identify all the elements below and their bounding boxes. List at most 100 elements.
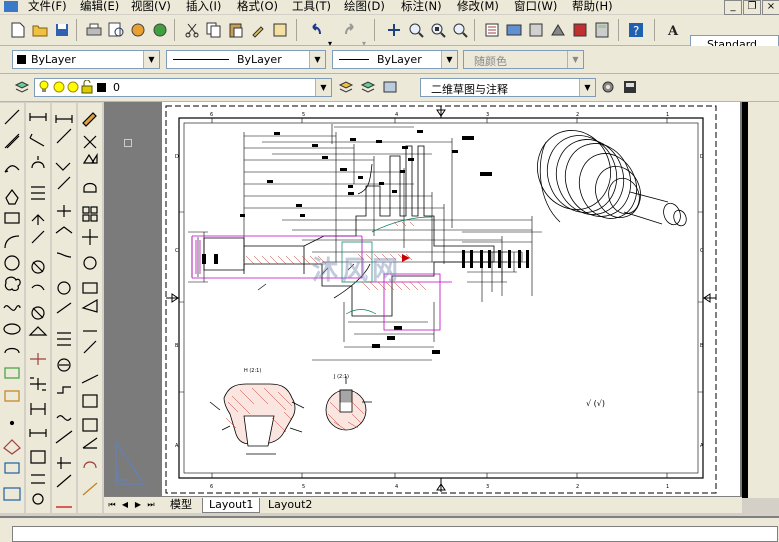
sheet-set-icon[interactable] xyxy=(548,20,568,40)
design-center-icon[interactable] xyxy=(504,20,524,40)
cut-icon[interactable] xyxy=(182,20,202,40)
dimension-toolbar-icons[interactable] xyxy=(52,103,76,513)
svg-text:D: D xyxy=(175,154,179,160)
lineweight-select[interactable]: ByLayer ▼ xyxy=(332,50,458,69)
workspace-settings-icon[interactable] xyxy=(598,77,618,97)
layer-states-icon[interactable] xyxy=(380,77,400,97)
layout-paper[interactable]: 654321 654321 DCBA DCBA H (2:1) J (2:1) … xyxy=(162,102,740,496)
separator xyxy=(618,19,619,41)
svg-text:2: 2 xyxy=(576,112,579,118)
modify-toolbar-icons[interactable] xyxy=(26,103,50,513)
vertical-scrollbar[interactable] xyxy=(742,102,779,498)
save-icon[interactable] xyxy=(52,20,72,40)
publish-icon[interactable] xyxy=(128,20,148,40)
section-h-label: H (2:1) xyxy=(244,368,261,374)
separator xyxy=(474,19,475,41)
inquiry-toolbar xyxy=(78,103,102,513)
svg-text:5: 5 xyxy=(302,484,305,490)
paste-icon[interactable] xyxy=(226,20,246,40)
svg-text:4: 4 xyxy=(395,484,398,490)
last-tab-icon[interactable]: ⏭ xyxy=(145,498,157,511)
restore-icon[interactable]: ❐ xyxy=(743,0,761,15)
chevron-down-icon: ▼ xyxy=(309,51,325,68)
linetype-select[interactable]: ByLayer ▼ xyxy=(166,50,326,69)
draw-toolbar xyxy=(0,103,24,513)
prev-tab-icon[interactable]: ◀ xyxy=(119,498,131,511)
first-tab-icon[interactable]: ⏮ xyxy=(106,498,118,511)
draw-toolbar-icons[interactable] xyxy=(0,103,24,513)
tab-layout1[interactable]: Layout1 xyxy=(202,498,261,513)
minimize-icon[interactable]: _ xyxy=(724,0,742,15)
properties-icon[interactable] xyxy=(482,20,502,40)
new-file-icon[interactable] xyxy=(8,20,28,40)
color-select[interactable]: ByLayer ▼ xyxy=(12,50,160,69)
menu-window[interactable]: 窗口(W) xyxy=(514,0,557,14)
zoom-window-icon[interactable] xyxy=(428,20,448,40)
standard-toolbar: ▾ ▾ ? A Standard xyxy=(0,15,779,54)
separator xyxy=(296,19,297,41)
svg-text:A: A xyxy=(700,443,704,449)
text-style-icon[interactable]: A xyxy=(664,20,684,40)
svg-text:B: B xyxy=(700,343,704,349)
zoom-previous-icon[interactable] xyxy=(450,20,470,40)
menu-file[interactable]: 文件(F) xyxy=(28,0,67,14)
watermark: 沐风网 xyxy=(312,256,403,286)
block-editor-icon[interactable] xyxy=(270,20,290,40)
layer-color-swatch xyxy=(97,83,106,92)
viewport-freeze-icon xyxy=(67,81,79,96)
menu-format[interactable]: 格式(O) xyxy=(237,0,278,14)
3d-dwf-icon[interactable] xyxy=(150,20,170,40)
menu-edit[interactable]: 编辑(E) xyxy=(80,0,119,14)
undo-icon[interactable] xyxy=(306,20,326,40)
make-current-layer-icon[interactable] xyxy=(336,77,356,97)
workspace-save-icon[interactable] xyxy=(620,77,640,97)
ucs-icon xyxy=(115,440,145,485)
menu-draw[interactable]: 绘图(D) xyxy=(344,0,385,14)
svg-text:A: A xyxy=(175,443,179,449)
chevron-down-icon: ▼ xyxy=(315,79,331,96)
plot-preview-icon[interactable] xyxy=(106,20,126,40)
redo-icon[interactable] xyxy=(340,20,360,40)
layer-manager-icon[interactable] xyxy=(12,77,32,97)
plot-style-select[interactable]: 随颜色 ▼ xyxy=(463,50,584,69)
separator xyxy=(174,19,175,41)
svg-text:5: 5 xyxy=(302,112,305,118)
help-icon[interactable]: ? xyxy=(626,20,646,40)
zoom-realtime-icon[interactable] xyxy=(406,20,426,40)
calculator-icon[interactable] xyxy=(592,20,612,40)
menu-dimension[interactable]: 标注(N) xyxy=(401,0,442,14)
svg-text:C: C xyxy=(700,248,704,254)
roughness-note: √ (√) xyxy=(586,399,605,408)
svg-text:B: B xyxy=(175,343,179,349)
workspace-select[interactable]: 二维草图与注释 ▼ xyxy=(420,78,596,97)
match-properties-icon[interactable] xyxy=(248,20,268,40)
svg-text:1: 1 xyxy=(666,484,669,490)
tab-model[interactable]: 模型 xyxy=(164,498,198,512)
inquiry-toolbar-icons[interactable] xyxy=(78,103,102,513)
separator xyxy=(654,19,655,41)
pan-icon[interactable] xyxy=(384,20,404,40)
svg-text:6: 6 xyxy=(210,112,213,118)
svg-text:A: A xyxy=(667,24,679,38)
menu-tools[interactable]: 工具(T) xyxy=(292,0,331,14)
lock-icon xyxy=(81,79,93,97)
menu-insert[interactable]: 插入(I) xyxy=(186,0,221,14)
open-folder-icon[interactable] xyxy=(30,20,50,40)
menu-view[interactable]: 视图(V) xyxy=(131,0,171,14)
print-icon[interactable] xyxy=(84,20,104,40)
menu-help[interactable]: 帮助(H) xyxy=(572,0,613,14)
copy-icon[interactable] xyxy=(204,20,224,40)
markup-icon[interactable] xyxy=(570,20,590,40)
tool-palettes-icon[interactable] xyxy=(526,20,546,40)
layer-select[interactable]: 0 ▼ xyxy=(34,78,332,97)
svg-text:3: 3 xyxy=(486,484,489,490)
modify-toolbar xyxy=(26,103,50,513)
close-icon[interactable]: × xyxy=(762,0,779,15)
drawing-svg[interactable]: 654321 654321 DCBA DCBA H (2:1) J (2:1) … xyxy=(162,102,740,496)
tab-layout2[interactable]: Layout2 xyxy=(262,498,318,512)
menu-modify[interactable]: 修改(M) xyxy=(457,0,499,14)
canvas-edge xyxy=(742,102,748,498)
next-tab-icon[interactable]: ▶ xyxy=(132,498,144,511)
svg-text:2: 2 xyxy=(576,484,579,490)
layer-previous-icon[interactable] xyxy=(358,77,378,97)
